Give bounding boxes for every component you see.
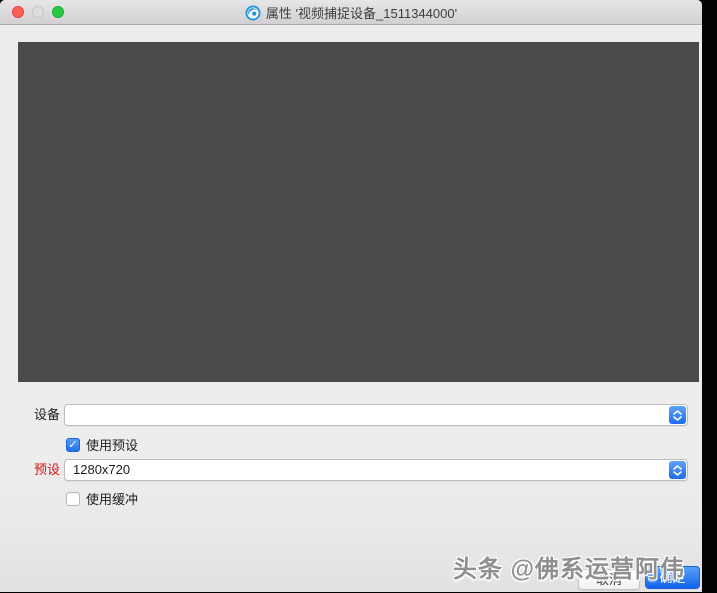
screen-right-black-strip	[702, 0, 717, 593]
title-bar[interactable]: 属性 '视频捕捉设备_1511344000'	[0, 0, 702, 25]
chevrons-up-down-icon	[669, 461, 686, 479]
use-preset-label: 使用预设	[86, 435, 138, 454]
preset-select[interactable]: 1280x720	[64, 459, 688, 481]
use-preset-row: ✓ 使用预设	[66, 435, 138, 454]
title-container: 属性 '视频捕捉设备_1511344000'	[0, 0, 702, 25]
use-buffer-checkbox[interactable]	[66, 492, 80, 506]
watermark-text: 头条 @佛系运营阿伟	[453, 549, 685, 584]
preset-select-value: 1280x720	[73, 460, 130, 480]
check-icon: ✓	[68, 438, 77, 452]
use-buffer-row: 使用缓冲	[66, 489, 138, 508]
window-title: 属性 '视频捕捉设备_1511344000'	[266, 3, 457, 22]
preset-label: 预设	[26, 459, 60, 481]
obs-logo-icon	[245, 5, 261, 21]
device-label: 设备	[26, 404, 60, 426]
properties-dialog: 属性 '视频捕捉设备_1511344000' 设备 ✓ 使用预设 预设 1280…	[0, 0, 702, 592]
chevrons-up-down-icon	[669, 406, 686, 424]
use-buffer-label: 使用缓冲	[86, 489, 138, 508]
video-preview-area	[18, 42, 699, 382]
device-select[interactable]	[64, 404, 688, 426]
use-preset-checkbox[interactable]: ✓	[66, 438, 80, 452]
